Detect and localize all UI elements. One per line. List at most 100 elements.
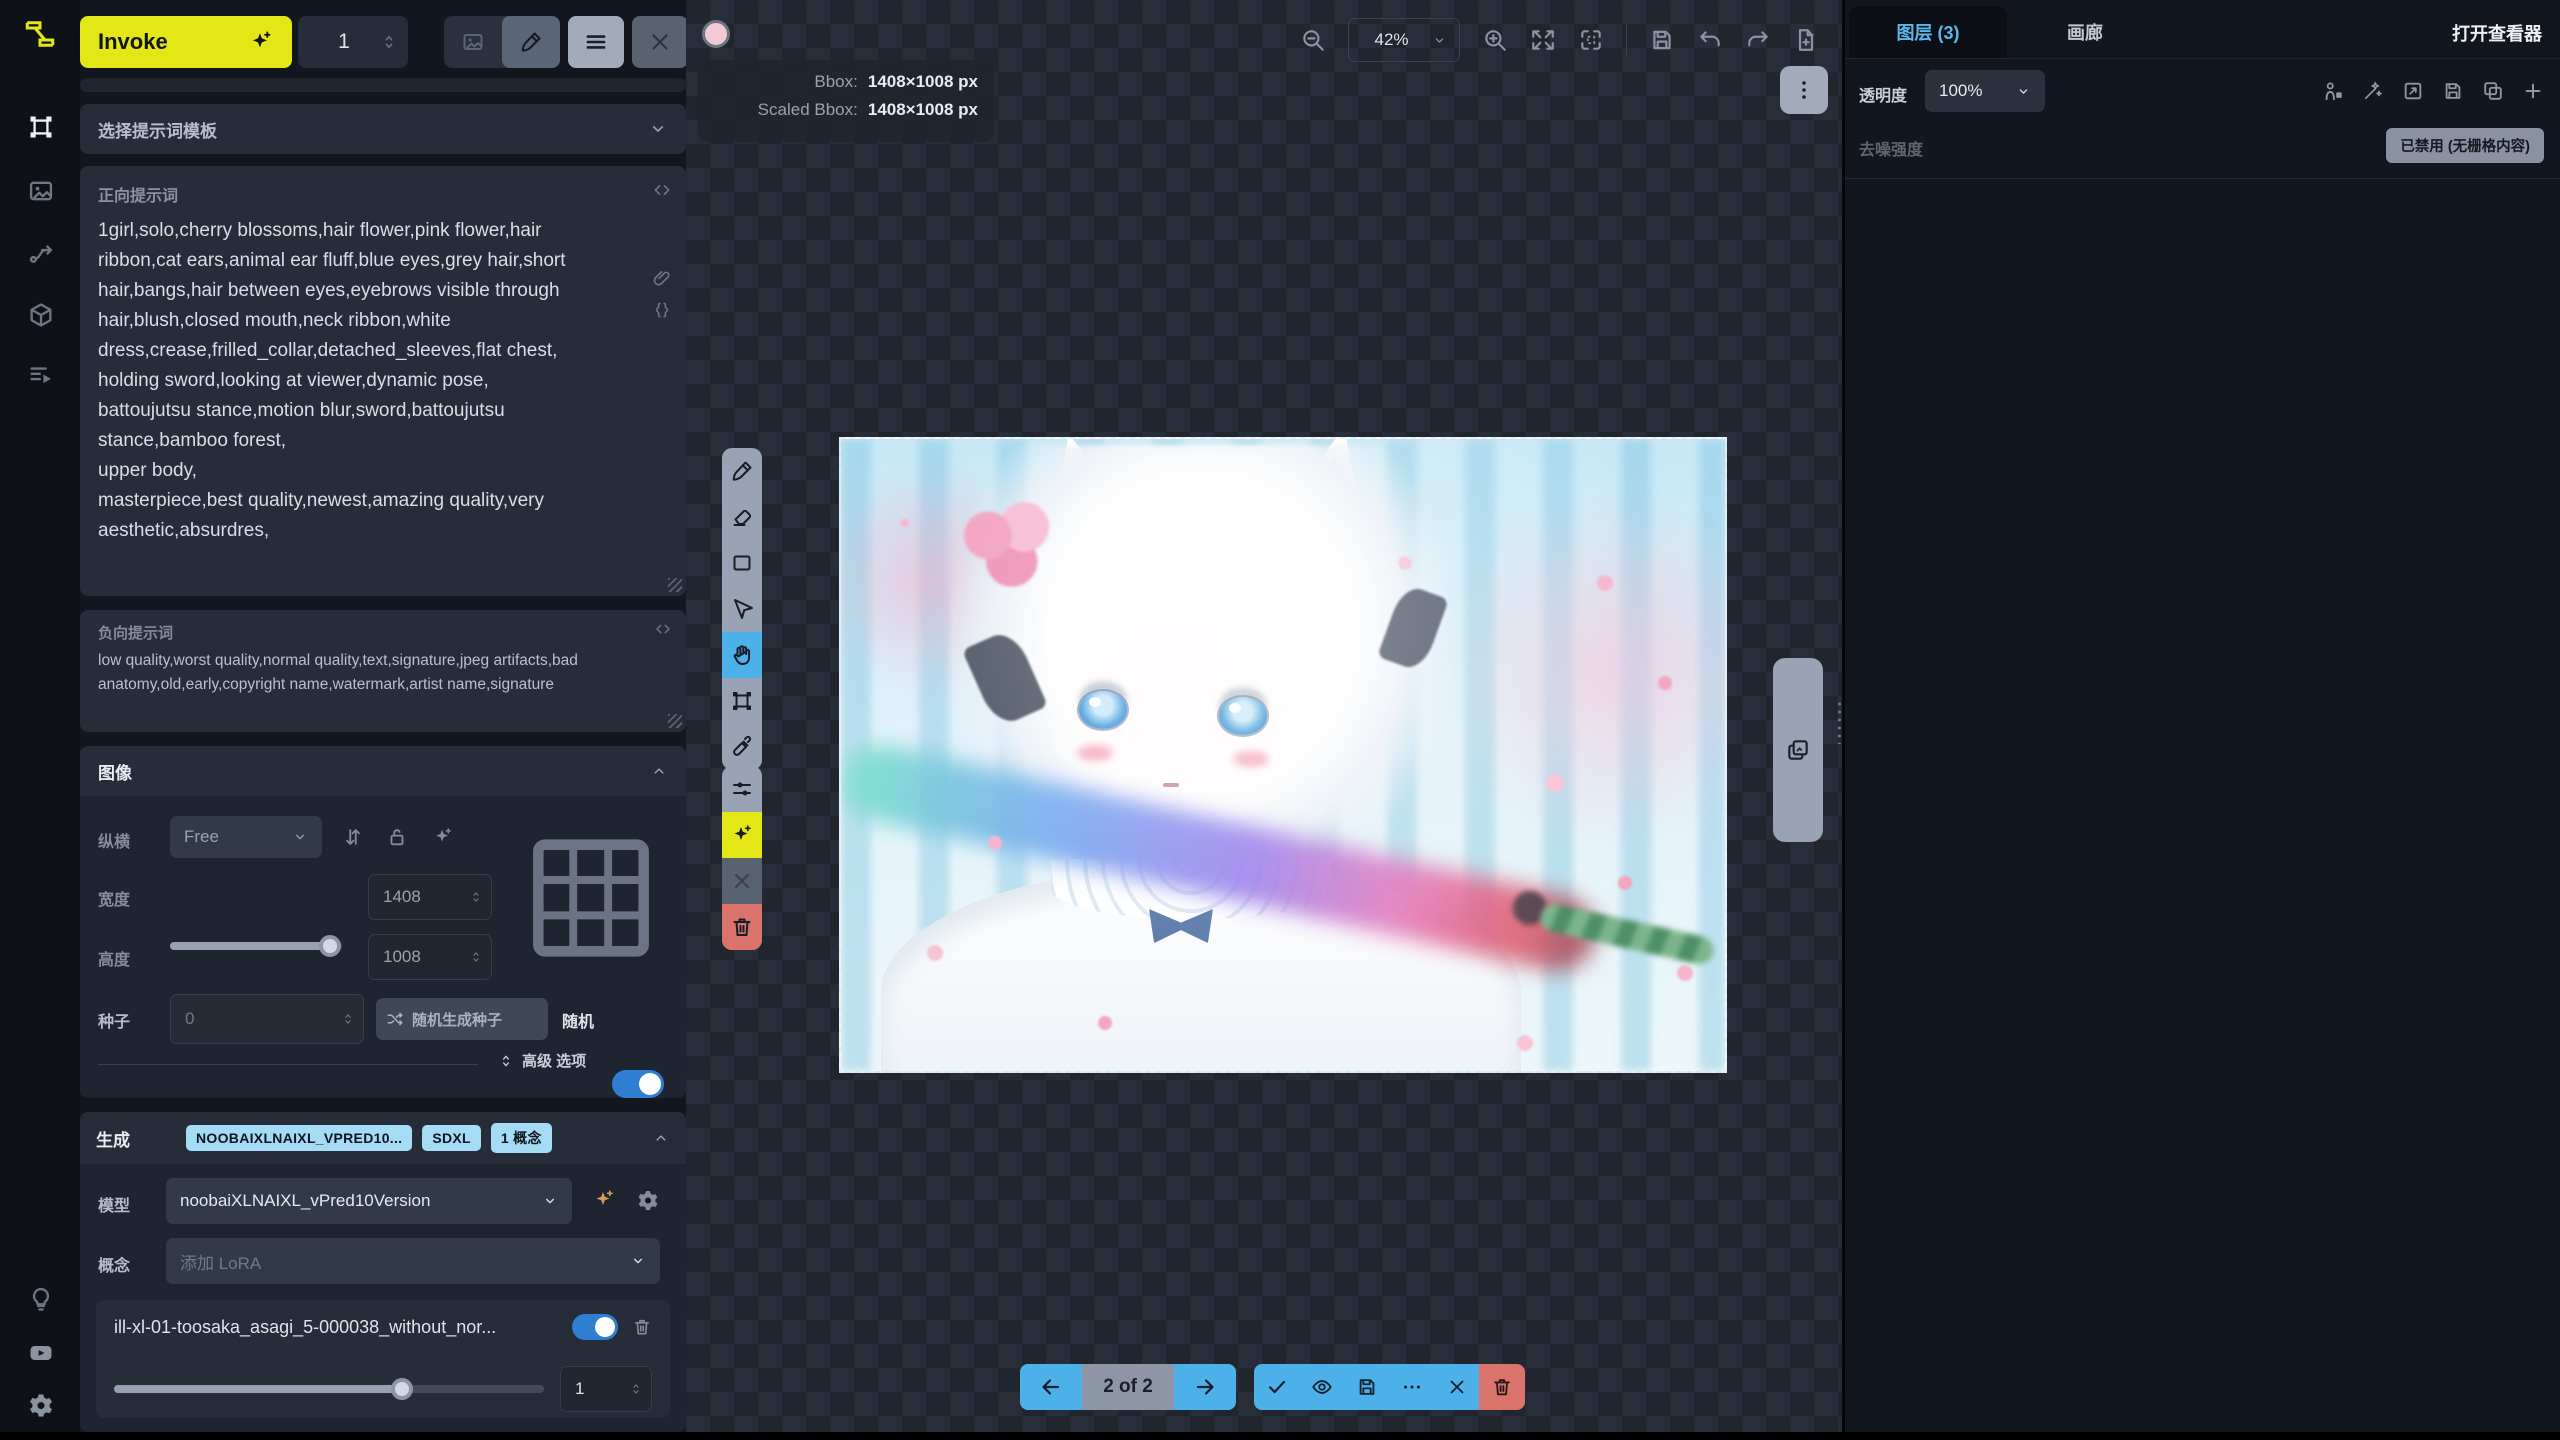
trash-icon[interactable] [632, 1317, 652, 1337]
rail-item-workflows[interactable] [26, 238, 56, 268]
left-rail [0, 0, 80, 1432]
chevron-down-icon [1432, 33, 1447, 48]
prev-image-button[interactable] [1020, 1364, 1082, 1410]
lora-weight-slider[interactable] [114, 1385, 544, 1393]
iterations-stepper[interactable]: 1 [298, 16, 408, 68]
scaled-bbox-icon[interactable] [1578, 27, 1604, 53]
delete-button[interactable] [722, 904, 762, 950]
filter-wand-icon[interactable] [2362, 80, 2384, 102]
add-layer-icon[interactable] [2522, 80, 2544, 102]
width-input[interactable]: 1408 [368, 874, 492, 920]
save-staging-button[interactable] [1344, 1364, 1389, 1410]
canvas-area[interactable]: Bbox: 1408×1008 px Scaled Bbox: 1408×100… [686, 0, 1842, 1432]
width-slider[interactable] [170, 942, 342, 950]
resize-handle[interactable] [668, 714, 682, 728]
cancel-button[interactable] [722, 858, 762, 904]
paperclip-icon[interactable] [652, 268, 672, 288]
negative-prompt-label: 负向提示词 [98, 622, 668, 643]
support-bulb-icon[interactable] [26, 1284, 56, 1314]
crop-canvas-icon[interactable] [2402, 80, 2424, 102]
move-tool[interactable] [722, 586, 762, 632]
invoke-region-button[interactable] [722, 812, 762, 858]
generated-image[interactable] [839, 437, 1727, 1073]
model-settings-icon[interactable] [636, 1188, 660, 1212]
generate-seed-button[interactable]: 随机生成种子 [376, 998, 548, 1040]
panel-menu-button[interactable] [568, 16, 624, 68]
undo-icon[interactable] [1697, 27, 1723, 53]
rail-item-queue[interactable] [26, 360, 56, 390]
chevron-down-icon [648, 119, 668, 139]
random-seed-toggle[interactable] [612, 1070, 664, 1098]
seed-input[interactable]: 0 [170, 994, 364, 1044]
open-viewer-link[interactable]: 打开查看器 [2452, 20, 2542, 46]
tab-layers[interactable]: 图层 (3) [1849, 6, 2007, 58]
clear-button[interactable] [632, 16, 688, 68]
accept-button[interactable] [1254, 1364, 1299, 1410]
rail-item-canvas[interactable] [26, 112, 56, 142]
bbox-info-panel: Bbox: 1408×1008 px Scaled Bbox: 1408×100… [698, 60, 994, 142]
rail-item-models[interactable] [26, 300, 56, 330]
resize-handle[interactable] [668, 578, 682, 592]
delete-staging-button[interactable] [1479, 1364, 1525, 1410]
positive-prompt-card: 正向提示词 1girl,solo,cherry blossoms,hair fl… [80, 166, 686, 596]
new-canvas-icon[interactable] [1793, 27, 1819, 53]
hand-tool[interactable] [722, 632, 762, 678]
code-icon[interactable] [652, 180, 672, 200]
tab-gallery[interactable]: 画廊 [2025, 6, 2145, 58]
model-select[interactable]: noobaiXLNAIXL_vPred10Version [166, 1178, 572, 1224]
model-arch-badge: SDXL [422, 1125, 481, 1151]
zoom-level-select[interactable]: 42% [1348, 18, 1460, 62]
merge-visible-icon[interactable] [2322, 80, 2344, 102]
add-lora-placeholder: 添加 LoRA [180, 1249, 622, 1274]
kebab-menu-button[interactable] [1780, 66, 1828, 114]
advanced-options[interactable]: 高级 选项 [498, 1050, 586, 1071]
discard-button[interactable] [1434, 1364, 1479, 1410]
add-lora-select[interactable]: 添加 LoRA [166, 1238, 660, 1284]
bbox-tool[interactable] [722, 678, 762, 724]
eraser-tool[interactable] [722, 494, 762, 540]
fit-view-icon[interactable] [1530, 27, 1556, 53]
eyedropper-tool[interactable] [722, 724, 762, 770]
swap-dimensions-icon[interactable] [342, 826, 364, 848]
rect-tool[interactable] [722, 540, 762, 586]
youtube-icon[interactable] [26, 1338, 56, 1368]
settings-gear-icon[interactable] [26, 1390, 56, 1420]
aspect-select[interactable]: Free [170, 816, 322, 858]
image-section-header[interactable]: 图像 [80, 746, 686, 796]
next-image-button[interactable] [1174, 1364, 1236, 1410]
seed-label: 种子 [98, 1008, 130, 1032]
aspect-preview-grid [512, 818, 670, 978]
canvas-mode-button[interactable] [502, 16, 560, 68]
chevron-up-icon [652, 1129, 670, 1147]
generation-section-header[interactable]: 生成 NOOBAIXLNAIXL_VPRED10... SDXL 1 概念 [80, 1112, 686, 1164]
model-sparkle-icon[interactable] [592, 1188, 616, 1212]
show-hide-button[interactable] [1299, 1364, 1344, 1410]
redo-icon[interactable] [1745, 27, 1771, 53]
positive-prompt-textarea[interactable]: 1girl,solo,cherry blossoms,hair flower,p… [98, 216, 626, 546]
lora-toggle[interactable] [572, 1314, 618, 1340]
more-options-button[interactable] [1389, 1364, 1434, 1410]
gallery-mode-button[interactable] [444, 16, 502, 68]
save-all-icon[interactable] [2442, 80, 2464, 102]
negative-prompt-textarea[interactable]: low quality,worst quality,normal quality… [98, 649, 646, 697]
brush-tool[interactable] [722, 448, 762, 494]
braces-icon[interactable] [652, 300, 672, 320]
lora-weight-input[interactable]: 1 [560, 1366, 652, 1412]
lock-aspect-icon[interactable] [386, 826, 408, 848]
rail-item-gallery[interactable] [26, 176, 56, 206]
stepper-chevrons-icon[interactable] [380, 25, 398, 59]
opacity-select[interactable]: 100% [1925, 70, 2045, 112]
zoom-out-icon[interactable] [1300, 27, 1326, 53]
duplicate-icon[interactable] [2482, 80, 2504, 102]
brush-color-swatch[interactable] [702, 20, 730, 48]
height-input[interactable]: 1008 [368, 934, 492, 980]
optimize-size-icon[interactable] [432, 826, 454, 848]
prompt-template-selector[interactable]: 选择提示词模板 [80, 104, 686, 154]
zoom-in-icon[interactable] [1482, 27, 1508, 53]
compare-images-handle[interactable] [1773, 658, 1823, 842]
aspect-label: 纵横 [98, 828, 130, 852]
code-icon[interactable] [654, 620, 672, 638]
save-canvas-icon[interactable] [1649, 27, 1675, 53]
invoke-button[interactable]: Invoke [80, 16, 292, 68]
filter-button[interactable] [722, 766, 762, 812]
